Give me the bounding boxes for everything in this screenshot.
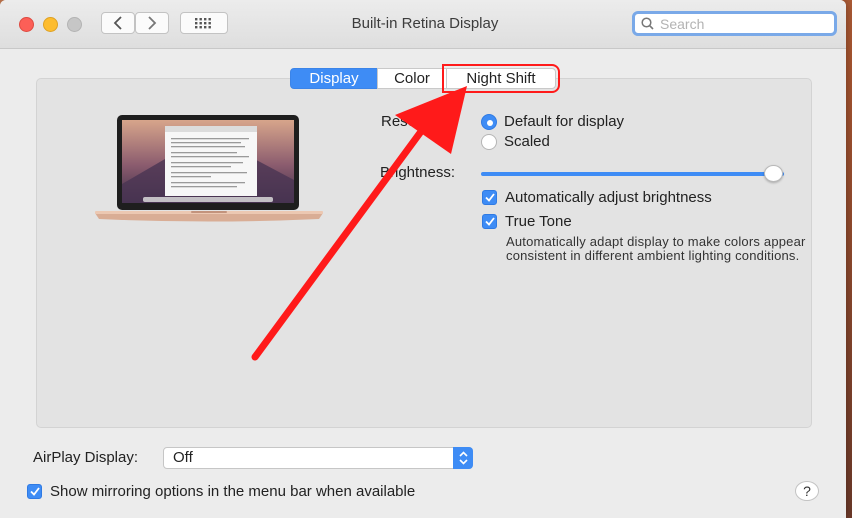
tab-night-shift[interactable]: Night Shift [442,64,560,93]
resolution-scaled-option[interactable]: Scaled [481,133,550,150]
chevron-left-icon [113,16,122,30]
search-field[interactable] [632,11,837,36]
show-all-button[interactable] [180,12,228,34]
airplay-select-value: Off [173,449,193,466]
resolution-default-label: Default for display [504,113,625,130]
true-tone-description: Automatically adapt display to make colo… [506,234,806,263]
brightness-label: Brightness: [380,164,456,181]
radio-selected-icon[interactable] [481,113,497,130]
window-title: Built-in Retina Display [351,15,499,32]
title-bar: Built-in Retina Display [0,0,846,49]
true-tone-label: True Tone [505,213,572,230]
zoom-window-button[interactable] [67,17,82,32]
checkmark-icon [29,487,40,496]
preferences-window: Built-in Retina Display Display Color Ni… [0,0,846,518]
mirroring-checkbox-row[interactable]: Show mirroring options in the menu bar w… [27,483,415,500]
tab-color[interactable]: Color [377,68,447,89]
resolution-default-option[interactable]: Default for display [481,113,624,130]
search-icon [641,17,654,30]
resolution-label: Resolution: [381,113,457,130]
auto-brightness-checkbox-row[interactable]: Automatically adjust brightness [482,189,712,206]
help-button[interactable]: ? [795,481,819,501]
select-arrows-icon[interactable] [453,447,473,469]
minimize-window-button[interactable] [43,17,58,32]
radio-unselected-icon[interactable] [481,133,497,150]
airplay-select[interactable]: Off [163,447,473,469]
auto-brightness-label: Automatically adjust brightness [505,189,712,206]
mirroring-checkbox[interactable] [27,484,42,499]
brightness-slider[interactable] [481,172,784,176]
tab-display[interactable]: Display [290,68,378,89]
laptop-display-image [95,115,323,222]
checkmark-icon [484,217,495,226]
chevron-right-icon [148,16,157,30]
back-button[interactable] [101,12,135,34]
tab-bar: Display Color Night Shift [290,64,560,93]
resolution-scaled-label: Scaled [504,133,550,150]
search-input[interactable] [658,14,832,33]
grid-icon [195,18,211,29]
mirroring-label: Show mirroring options in the menu bar w… [50,483,416,500]
close-window-button[interactable] [19,17,34,32]
checkmark-icon [484,193,495,202]
airplay-label: AirPlay Display: [33,449,139,466]
brightness-slider-thumb[interactable] [764,165,783,182]
true-tone-checkbox-row[interactable]: True Tone [482,213,572,230]
auto-brightness-checkbox[interactable] [482,190,497,205]
true-tone-checkbox[interactable] [482,214,497,229]
forward-button[interactable] [135,12,169,34]
